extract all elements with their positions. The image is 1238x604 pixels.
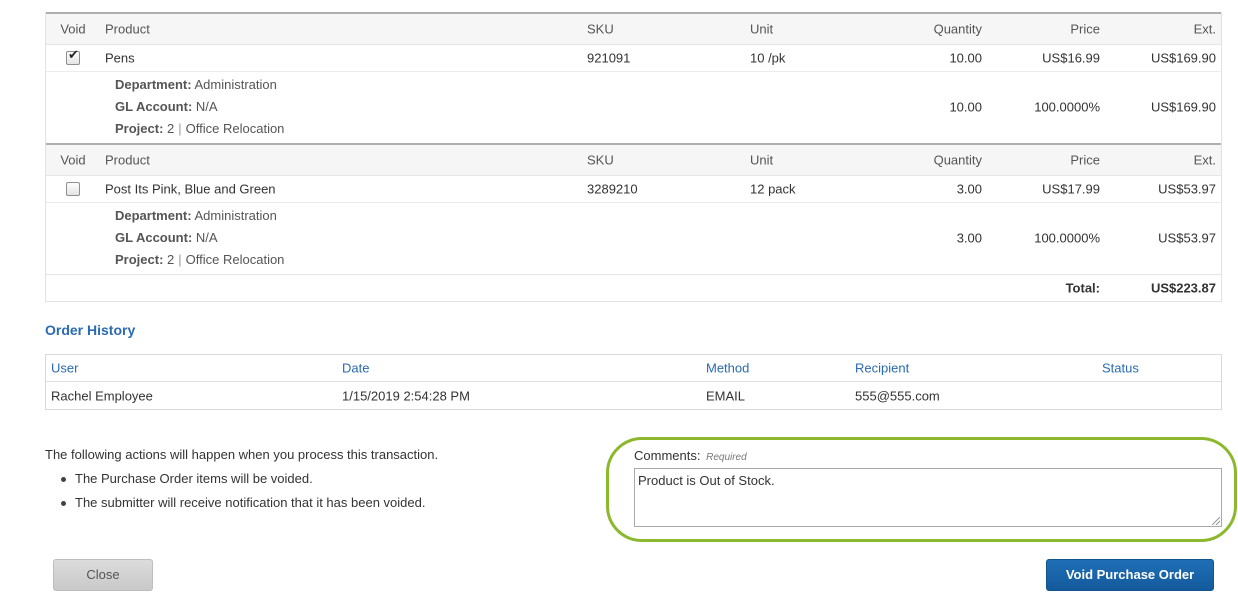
list-item: The submitter will receive notification … [60, 495, 425, 519]
resize-grip-icon[interactable] [1212, 517, 1220, 525]
header-ext: Ext. [1193, 21, 1216, 37]
history-header-status[interactable]: Status [1102, 361, 1139, 376]
project-name: Office Relocation [185, 121, 285, 136]
department-value: Administration [194, 77, 277, 92]
actions-intro: The following actions will happen when y… [45, 447, 439, 462]
history-header-row: User Date Method Recipient Status [46, 355, 1221, 382]
project-number: 2 [167, 121, 175, 136]
project-line: Project: 2 | Office Relocation [115, 252, 285, 267]
gl-account-label: GL Account: [115, 99, 193, 114]
total-row: Total: US$223.87 [46, 274, 1221, 301]
void-checkbox[interactable]: ✔ [66, 48, 80, 65]
header-price: Price [1070, 152, 1100, 168]
close-button[interactable]: Close [53, 559, 153, 591]
order-history-table: User Date Method Recipient Status Rachel… [45, 354, 1222, 410]
history-date: 1/15/2019 2:54:28 PM [342, 388, 470, 403]
table-row: ✔ Pens 921091 10 /pk 10.00 US$16.99 US$1… [46, 45, 1221, 72]
history-method: EMAIL [706, 388, 746, 403]
project-line: Project: 2 | Office Relocation [115, 121, 285, 136]
department-label: Department: [115, 77, 192, 92]
line-items-table: Void Product SKU Unit Quantity Price Ext… [45, 12, 1222, 302]
header-unit: Unit [750, 152, 774, 168]
history-recipient: 555@555.com [855, 388, 940, 403]
product-unit: 12 pack [750, 181, 796, 197]
product-name: Pens [105, 50, 135, 66]
header-product: Product [105, 21, 150, 37]
history-header-method[interactable]: Method [706, 361, 749, 376]
product-price: US$17.99 [1042, 181, 1100, 197]
history-header-recipient[interactable]: Recipient [855, 361, 909, 376]
gl-account-value: N/A [195, 230, 218, 245]
line-item-block: Void Product SKU Unit Quantity Price Ext… [46, 143, 1221, 274]
comments-label-text: Comments: [634, 448, 701, 463]
header-product: Product [105, 152, 150, 168]
allocation-row: Department: Administration GL Account: N… [46, 72, 1221, 143]
header-void: Void [60, 152, 86, 168]
product-sku: 3289210 [587, 181, 638, 197]
total-value: US$223.87 [1150, 280, 1216, 296]
gl-account-line: GL Account: N/A [115, 230, 218, 245]
header-ext: Ext. [1193, 152, 1216, 168]
table-row: Post Its Pink, Blue and Green 3289210 12… [46, 176, 1221, 203]
header-quantity: Quantity [933, 21, 982, 37]
total-label: Total: [1065, 280, 1100, 296]
header-price: Price [1070, 21, 1100, 37]
header-void: Void [60, 21, 86, 37]
department-label: Department: [115, 208, 192, 223]
project-label: Project: [115, 121, 164, 136]
comments-textarea[interactable]: Product is Out of Stock. [634, 468, 1222, 527]
list-item: The Purchase Order items will be voided. [60, 471, 425, 495]
allocation-ext: US$53.97 [1158, 230, 1216, 246]
table-header-row: Void Product SKU Unit Quantity Price Ext… [46, 145, 1221, 176]
gl-account-line: GL Account: N/A [115, 99, 218, 114]
gl-account-value: N/A [195, 99, 218, 114]
header-sku: SKU [587, 152, 614, 168]
header-quantity: Quantity [933, 152, 982, 168]
actions-list: The Purchase Order items will be voided.… [60, 471, 425, 519]
checkmark-icon: ✔ [68, 48, 79, 63]
product-name: Post Its Pink, Blue and Green [105, 181, 276, 197]
line-item-block: Void Product SKU Unit Quantity Price Ext… [46, 12, 1221, 143]
gl-account-label: GL Account: [115, 230, 193, 245]
project-name: Office Relocation [185, 252, 285, 267]
void-purchase-order-button[interactable]: Void Purchase Order [1046, 559, 1214, 591]
product-ext: US$169.90 [1150, 50, 1216, 66]
void-checkbox[interactable] [66, 182, 80, 196]
table-row: Rachel Employee 1/15/2019 2:54:28 PM EMA… [46, 382, 1221, 409]
allocation-percent: 100.0000% [1034, 99, 1100, 115]
allocation-row: Department: Administration GL Account: N… [46, 203, 1221, 274]
allocation-ext: US$169.90 [1150, 99, 1216, 115]
history-header-user[interactable]: User [51, 361, 78, 376]
product-quantity: 3.00 [956, 181, 982, 197]
project-number: 2 [167, 252, 175, 267]
department-line: Department: Administration [115, 208, 277, 223]
allocation-quantity: 3.00 [956, 230, 982, 246]
comments-label: Comments: Required [634, 448, 747, 463]
product-quantity: 10.00 [949, 50, 982, 66]
product-sku: 921091 [587, 50, 631, 66]
product-ext: US$53.97 [1158, 181, 1216, 197]
order-history-title: Order History [45, 322, 136, 338]
history-header-date[interactable]: Date [342, 361, 369, 376]
product-price: US$16.99 [1042, 50, 1100, 66]
department-line: Department: Administration [115, 77, 277, 92]
header-sku: SKU [587, 21, 614, 37]
project-label: Project: [115, 252, 164, 267]
header-unit: Unit [750, 21, 774, 37]
table-header-row: Void Product SKU Unit Quantity Price Ext… [46, 14, 1221, 45]
required-indicator: Required [706, 452, 747, 463]
department-value: Administration [194, 208, 277, 223]
product-unit: 10 /pk [750, 50, 786, 66]
allocation-percent: 100.0000% [1034, 230, 1100, 246]
history-user: Rachel Employee [51, 388, 153, 403]
allocation-quantity: 10.00 [949, 99, 982, 115]
